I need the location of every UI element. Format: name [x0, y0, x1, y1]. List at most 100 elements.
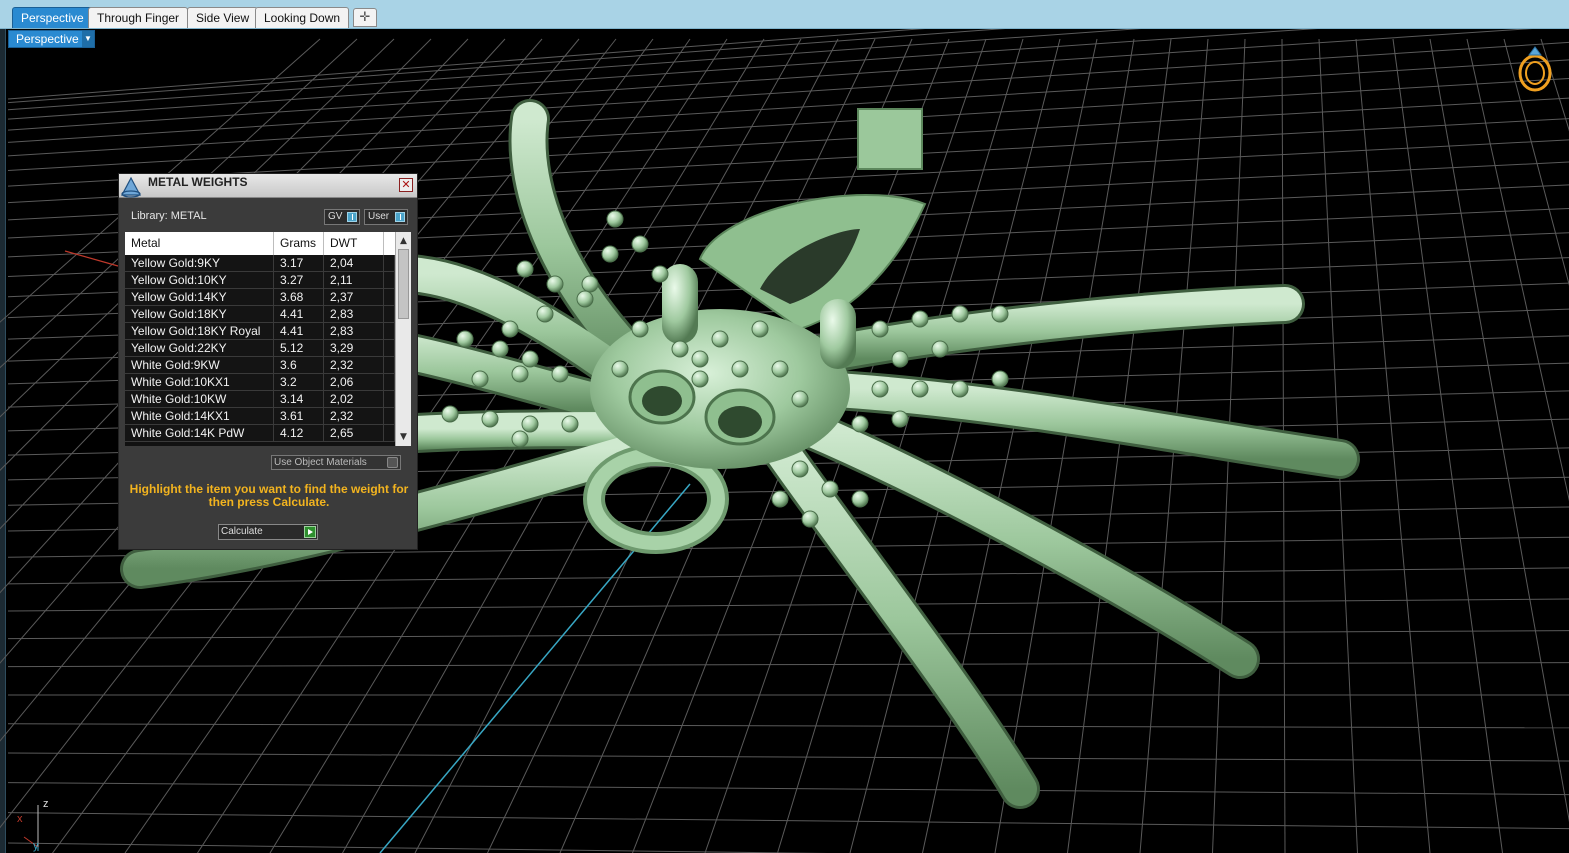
model-bead — [951, 380, 969, 398]
tab-perspective[interactable]: Perspective — [12, 7, 93, 28]
table-row[interactable]: Yellow Gold:18KY 4.41 2,83 — [125, 306, 395, 323]
model-bead — [871, 380, 889, 398]
grams-cell: 4.12 — [274, 425, 324, 442]
z-axis-label: z — [43, 798, 49, 810]
model-bead — [991, 370, 1009, 388]
grid-line — [7, 782, 1569, 796]
chevron-down-icon[interactable]: ▼ — [82, 31, 94, 47]
grid-line — [1503, 38, 1569, 286]
model-bead — [481, 410, 499, 428]
dwt-cell: 2,06 — [324, 374, 384, 391]
instruction-text: Highlight the item you want to find the … — [129, 482, 409, 509]
use-object-materials-label: Use Object Materials — [274, 457, 367, 468]
model-bead — [711, 330, 729, 348]
panel-title-bar[interactable]: METAL WEIGHTS ✕ — [119, 174, 417, 198]
grams-cell: 4.41 — [274, 323, 324, 340]
table-row[interactable]: White Gold:10KX1 3.2 2,06 — [125, 374, 395, 391]
dwt-cell: 2,37 — [324, 289, 384, 306]
grams-cell: 3.68 — [274, 289, 324, 306]
viewport-mode-select[interactable]: Perspective ▼ — [8, 30, 95, 48]
column-header-grams[interactable]: Grams — [274, 232, 324, 255]
toggle-indicator-icon — [347, 212, 357, 222]
toggle-indicator-icon — [395, 212, 405, 222]
spacer-cell — [384, 408, 395, 425]
model-bead — [576, 290, 594, 308]
table-row[interactable]: Yellow Gold:10KY 3.27 2,11 — [125, 272, 395, 289]
toggle-indicator-icon — [387, 457, 398, 468]
dwt-cell: 3,29 — [324, 340, 384, 357]
metal-cell: White Gold:10KX1 — [125, 374, 274, 391]
grid-line — [994, 38, 1135, 853]
model-bead — [691, 350, 709, 368]
viewport-mode-label: Perspective — [16, 32, 79, 46]
model-bead — [581, 275, 599, 293]
grams-cell: 3.17 — [274, 255, 324, 272]
play-icon — [304, 526, 316, 538]
grams-cell: 3.6 — [274, 357, 324, 374]
metal-cell: White Gold:14KX1 — [125, 408, 274, 425]
tab-side-view[interactable]: Side View — [187, 7, 259, 28]
grid-line — [7, 630, 1569, 640]
metal-table: Metal Grams DWT Yellow Gold:9KY 3.17 2,04 Y… — [125, 232, 411, 446]
table-row[interactable]: Yellow Gold:18KY Royal 4.41 2,83 — [125, 323, 395, 340]
model-bead — [871, 320, 889, 338]
metal-cell: Yellow Gold:10KY — [125, 272, 274, 289]
metal-cell: Yellow Gold:22KY — [125, 340, 274, 357]
grid-line — [922, 38, 1098, 853]
metal-cone-icon — [121, 176, 141, 198]
column-header-dwt[interactable]: DWT — [324, 232, 384, 255]
model-bead — [511, 430, 529, 448]
table-row[interactable]: Yellow Gold:14KY 3.68 2,37 — [125, 289, 395, 306]
table-row[interactable]: Yellow Gold:9KY 3.17 2,04 — [125, 255, 395, 272]
dwt-cell: 2,04 — [324, 255, 384, 272]
user-toggle-label: User — [368, 211, 390, 222]
metal-cell: White Gold:14K PdW — [125, 425, 274, 442]
model-bead — [791, 390, 809, 408]
tab-through-finger[interactable]: Through Finger — [88, 7, 189, 28]
grams-cell: 3.14 — [274, 391, 324, 408]
y-axis-label: y — [33, 840, 39, 852]
table-scrollbar[interactable]: ▲ ▼ — [395, 232, 411, 446]
table-row[interactable]: White Gold:14KX1 3.61 2,32 — [125, 408, 395, 425]
dwt-cell: 2,02 — [324, 391, 384, 408]
column-header-metal[interactable]: Metal — [125, 232, 274, 255]
close-icon[interactable]: ✕ — [399, 178, 413, 192]
metal-cell: White Gold:10KW — [125, 391, 274, 408]
grams-cell: 4.41 — [274, 306, 324, 323]
model-bead — [611, 360, 629, 378]
dwt-cell: 2,83 — [324, 306, 384, 323]
scroll-up-icon[interactable]: ▲ — [396, 234, 411, 248]
gv-toggle[interactable]: GV — [324, 209, 360, 225]
table-row[interactable]: White Gold:9KW 3.6 2,32 — [125, 357, 395, 374]
library-label: Library: METAL — [131, 210, 207, 222]
calculate-label: Calculate — [221, 526, 263, 537]
table-row[interactable]: White Gold:14K PdW 4.12 2,65 — [125, 425, 395, 442]
model-bead — [771, 360, 789, 378]
user-toggle[interactable]: User — [364, 209, 408, 225]
model-bead — [521, 415, 539, 433]
model-bead — [631, 235, 649, 253]
model-bead — [546, 275, 564, 293]
model-bead — [561, 415, 579, 433]
use-object-materials-toggle[interactable]: Use Object Materials — [271, 455, 401, 470]
model-bead — [606, 210, 624, 228]
dwt-cell: 2,83 — [324, 323, 384, 340]
metal-weights-panel: METAL WEIGHTS ✕ Library: METAL GV User M… — [118, 173, 418, 550]
tab-looking-down[interactable]: Looking Down — [255, 7, 350, 28]
gv-toggle-label: GV — [328, 211, 343, 222]
table-row[interactable]: Yellow Gold:22KY 5.12 3,29 — [125, 340, 395, 357]
spacer-cell — [384, 255, 395, 272]
scroll-down-icon[interactable]: ▼ — [396, 430, 411, 444]
spacer-cell — [384, 323, 395, 340]
calculate-button[interactable]: Calculate — [218, 524, 318, 540]
model-bead — [511, 365, 529, 383]
model-bead — [671, 340, 689, 358]
scroll-thumb[interactable] — [398, 249, 409, 319]
spacer-cell — [384, 289, 395, 306]
table-row[interactable]: White Gold:10KW 3.14 2,02 — [125, 391, 395, 408]
model-bead — [891, 410, 909, 428]
table-header: Metal Grams DWT — [125, 232, 395, 255]
spacer-cell — [384, 374, 395, 391]
add-tab-button[interactable]: ✛ — [353, 8, 377, 27]
spacer-cell — [384, 425, 395, 442]
